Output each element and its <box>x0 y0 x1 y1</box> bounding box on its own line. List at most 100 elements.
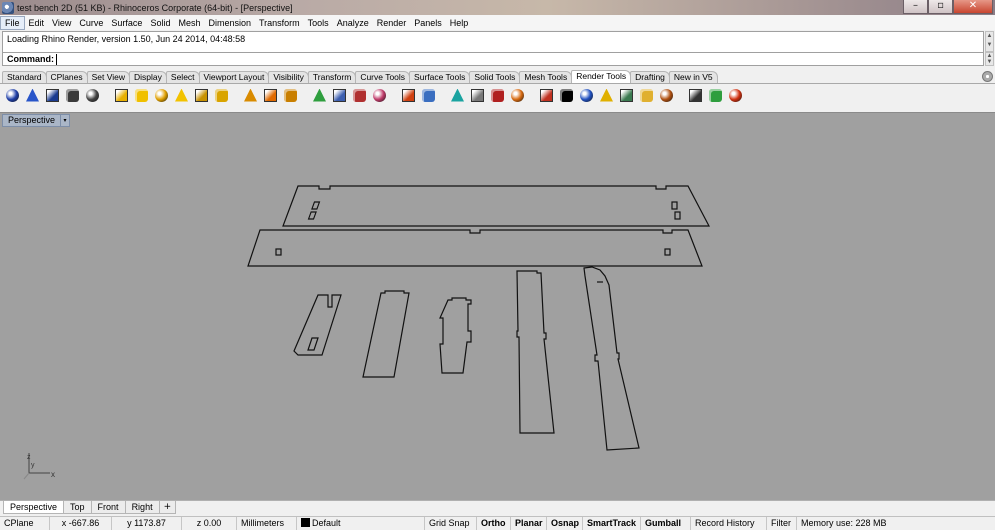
viewport-menu-arrow[interactable]: ▾ <box>61 113 71 127</box>
environment-icon[interactable] <box>311 87 328 104</box>
menu-curve[interactable]: Curve <box>75 16 107 30</box>
directional-light-icon[interactable] <box>153 87 170 104</box>
ortho-toggle[interactable]: Ortho <box>477 516 511 530</box>
smarttrack-toggle[interactable]: SmartTrack <box>583 516 641 530</box>
tab-new-in-v5[interactable]: New in V5 <box>668 71 718 83</box>
point-light-icon[interactable] <box>133 87 150 104</box>
viewport-tab-top[interactable]: Top <box>63 501 92 514</box>
texture-mapping-icon[interactable] <box>282 87 299 104</box>
material-edit-icon[interactable] <box>242 87 259 104</box>
tab-cplanes[interactable]: CPlanes <box>45 71 88 83</box>
box-mapping-icon[interactable] <box>449 87 466 104</box>
spot-icon[interactable] <box>598 87 615 104</box>
toolbar-separator <box>678 87 684 104</box>
menu-help[interactable]: Help <box>446 16 473 30</box>
menu-mesh[interactable]: Mesh <box>174 16 204 30</box>
toolbar-options-icon[interactable] <box>982 71 993 82</box>
gear-icon[interactable] <box>658 87 675 104</box>
menu-analyze[interactable]: Analyze <box>333 16 373 30</box>
planar-toggle[interactable]: Planar <box>511 516 547 530</box>
tab-transform[interactable]: Transform <box>307 71 357 83</box>
render-settings-icon[interactable] <box>489 87 506 104</box>
record-history-toggle[interactable]: Record History <box>691 516 767 530</box>
tab-surface-tools[interactable]: Surface Tools <box>409 71 471 83</box>
sphere-mapping-icon[interactable] <box>578 87 595 104</box>
filter-button[interactable]: Filter <box>767 516 797 530</box>
perspective-viewport[interactable]: x y z <box>0 112 995 500</box>
menu-render[interactable]: Render <box>373 16 411 30</box>
material-editor-icon-glyph <box>402 88 415 102</box>
status-bar: CPlane x -667.86 y 1173.87 z 0.00 Millim… <box>0 516 995 530</box>
tab-curve-tools[interactable]: Curve Tools <box>355 71 411 83</box>
tab-visibility[interactable]: Visibility <box>268 71 309 83</box>
viewport-tab-perspective[interactable]: Perspective <box>3 501 65 514</box>
basketball-icon[interactable] <box>509 87 526 104</box>
menu-dimension[interactable]: Dimension <box>204 16 255 30</box>
material-editor-icon[interactable] <box>400 87 417 104</box>
menu-view[interactable]: View <box>48 16 75 30</box>
menu-tools[interactable]: Tools <box>304 16 333 30</box>
viewport-tab-right[interactable]: Right <box>124 501 160 514</box>
menu-transform[interactable]: Transform <box>255 16 304 30</box>
ground-plane-icon[interactable] <box>371 87 388 104</box>
tab-solid-tools[interactable]: Solid Tools <box>469 71 521 83</box>
menu-file[interactable]: File <box>0 15 25 30</box>
sun-icon[interactable] <box>331 87 348 104</box>
record-icon[interactable] <box>727 87 744 104</box>
curved-mapping-icon[interactable] <box>469 87 486 104</box>
render-window-icon[interactable] <box>44 87 61 104</box>
folder-camera-icon[interactable] <box>618 87 635 104</box>
play-icon[interactable] <box>707 87 724 104</box>
linear-light-icon[interactable] <box>193 87 210 104</box>
viewport-name[interactable]: Perspective <box>2 113 62 127</box>
material-assign-icon[interactable] <box>262 87 279 104</box>
viewport-tab-front[interactable]: Front <box>90 501 126 514</box>
menu-edit[interactable]: Edit <box>25 16 49 30</box>
grid-snap-toggle[interactable]: Grid Snap <box>425 516 477 530</box>
tab-display[interactable]: Display <box>129 71 167 83</box>
command-label: Command: <box>7 54 54 64</box>
render-region-icon[interactable] <box>84 87 101 104</box>
folder-icon[interactable] <box>638 87 655 104</box>
curve-slot <box>671 201 678 210</box>
edit-pen-icon[interactable] <box>538 87 555 104</box>
command-line: Command: <box>2 52 984 66</box>
render-preview-icon[interactable] <box>24 87 41 104</box>
minimize-button[interactable]: – <box>903 0 928 14</box>
tab-render-tools[interactable]: Render Tools <box>571 70 632 83</box>
checker-icon[interactable] <box>558 87 575 104</box>
render-setup-icon[interactable] <box>64 87 81 104</box>
tab-set-view[interactable]: Set View <box>86 71 131 83</box>
status-layer[interactable]: Default <box>297 516 425 530</box>
history-scrollbar[interactable]: ▲ ▼ <box>985 31 994 52</box>
spotlight-icon[interactable] <box>113 87 130 104</box>
tab-standard[interactable]: Standard <box>2 71 47 83</box>
gumball-toggle[interactable]: Gumball <box>641 516 691 530</box>
light-properties-icon[interactable] <box>213 87 230 104</box>
filmstrip-icon[interactable] <box>687 87 704 104</box>
menu-solid[interactable]: Solid <box>146 16 174 30</box>
command-input[interactable] <box>56 53 956 65</box>
directional-light-icon-glyph <box>155 88 168 102</box>
viewport-tabs: Perspective Top Front Right + <box>0 500 995 515</box>
close-button[interactable]: ✕ <box>953 0 993 14</box>
add-viewport-tab-button[interactable]: + <box>158 501 177 514</box>
tab-mesh-tools[interactable]: Mesh Tools <box>519 71 573 83</box>
rhino-app-icon[interactable] <box>2 1 14 14</box>
status-units[interactable]: Millimeters <box>237 516 297 530</box>
tab-drafting[interactable]: Drafting <box>630 71 670 83</box>
status-cplane[interactable]: CPlane <box>0 516 50 530</box>
rectangular-light-icon[interactable] <box>173 87 190 104</box>
texture-palette-icon[interactable] <box>420 87 437 104</box>
menu-surface[interactable]: Surface <box>107 16 146 30</box>
render-setup-icon-glyph <box>66 88 79 102</box>
render-sphere-icon[interactable] <box>4 87 21 104</box>
tab-select[interactable]: Select <box>165 71 200 83</box>
command-scrollbar[interactable]: ▲ ▼ <box>985 52 994 66</box>
osnap-toggle[interactable]: Osnap <box>547 516 583 530</box>
tab-viewport-layout[interactable]: Viewport Layout <box>198 71 270 83</box>
menu-panels[interactable]: Panels <box>410 16 446 30</box>
texture-mapping-icon-glyph <box>284 88 297 102</box>
maximize-button[interactable]: ▫ <box>928 0 953 14</box>
decal-icon[interactable] <box>351 87 368 104</box>
